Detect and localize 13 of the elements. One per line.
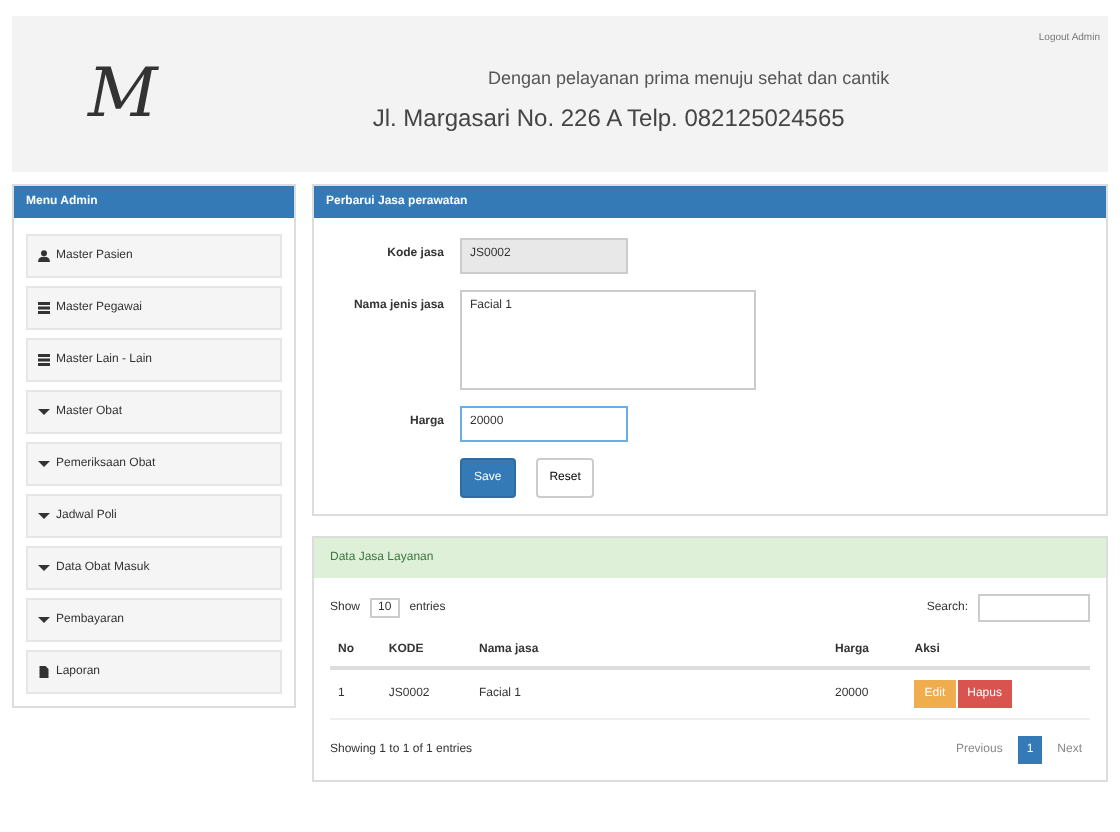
caret-icon xyxy=(38,458,50,470)
caret-icon xyxy=(38,406,50,418)
caret-icon xyxy=(38,510,50,522)
address-text: Jl. Margasari No. 226 A Telp. 082125024565 xyxy=(372,104,845,132)
caret-icon xyxy=(38,614,50,626)
tagline: Dengan pelayanan prima menuju sehat dan cantik xyxy=(488,68,890,88)
list-icon xyxy=(38,302,50,314)
user-icon xyxy=(38,250,50,262)
logo: M xyxy=(88,54,161,134)
list-icon xyxy=(38,354,50,366)
search-field[interactable] xyxy=(978,594,1090,622)
file-icon xyxy=(38,666,50,678)
caret-icon xyxy=(38,562,50,574)
